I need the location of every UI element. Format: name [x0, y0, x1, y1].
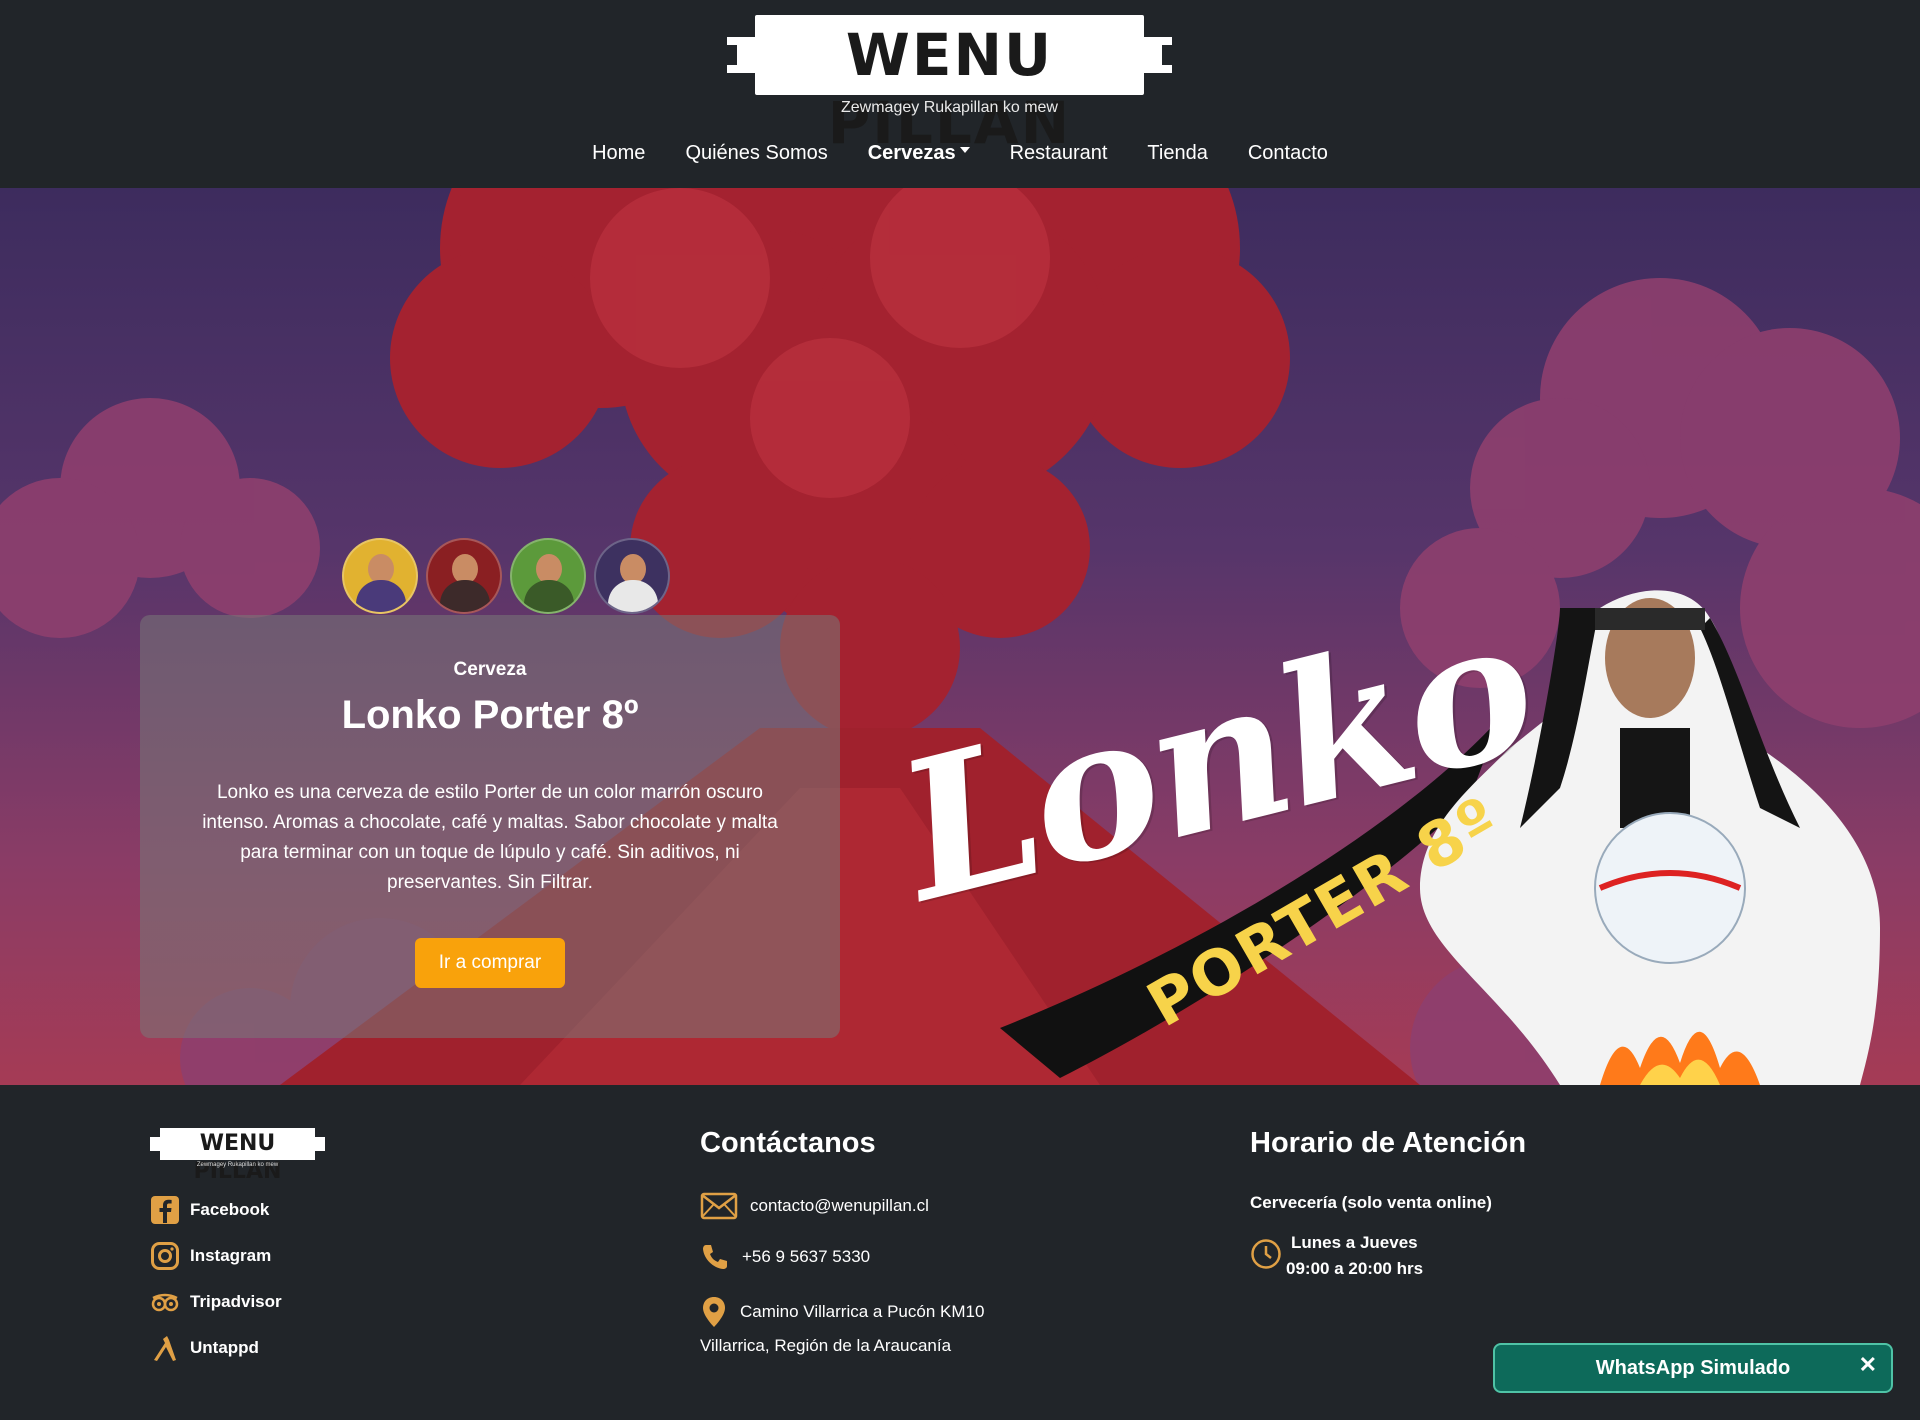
tripadvisor-icon	[151, 1293, 179, 1312]
hours-title: Horario de Atención	[1250, 1127, 1527, 1159]
hero-banner: Cerveza Lonko Porter 8º Lonko es una cer…	[0, 188, 1920, 1085]
nav-tienda[interactable]: Tienda	[1147, 138, 1207, 168]
beer-avatar-2[interactable]	[426, 538, 502, 614]
whatsapp-label: WhatsApp Simulado	[1595, 1357, 1791, 1379]
footer-logo[interactable]: WENU PILLAN Zewmagey Rukapillan ko mew	[150, 1128, 325, 1184]
contact-email[interactable]: contacto@wenupillan.cl	[700, 1192, 929, 1220]
avatar-figure-body	[608, 580, 658, 612]
social-label: Untappd	[190, 1338, 259, 1357]
phone-icon	[703, 1245, 727, 1269]
hours-days: Lunes a Jueves	[1291, 1233, 1418, 1252]
email-text: contacto@wenupillan.cl	[750, 1196, 929, 1215]
beer-info-card: Cerveza Lonko Porter 8º Lonko es una cer…	[140, 615, 840, 1038]
nav-cervezas[interactable]: Cervezas	[868, 138, 970, 168]
footer-brand-name: WENU PILLAN	[193, 1131, 282, 1184]
facebook-icon	[151, 1196, 179, 1224]
main-nav: Home Quiénes Somos Cervezas Restaurant T…	[0, 138, 1920, 168]
contact-title: Contáctanos	[700, 1127, 876, 1159]
address-line-1: Camino Villarrica a Pucón KM10	[740, 1302, 985, 1321]
avatar-figure-body	[440, 580, 490, 612]
untappd-icon	[154, 1336, 176, 1361]
brand-name: WENU PILLAN	[827, 21, 1072, 157]
nav-restaurant[interactable]: Restaurant	[1010, 138, 1108, 168]
contact-phone[interactable]: +56 9 5637 5330	[700, 1242, 870, 1272]
location-pin-icon	[703, 1297, 725, 1327]
beer-avatar-1[interactable]	[342, 538, 418, 614]
mail-icon	[700, 1192, 738, 1220]
brand-logo[interactable]: WENU PILLAN Zewmagey Rukapillan ko mew	[727, 15, 1172, 157]
nav-home[interactable]: Home	[592, 138, 645, 168]
social-label: Facebook	[190, 1200, 270, 1219]
footer-brand-tagline: Zewmagey Rukapillan ko mew	[196, 1162, 279, 1168]
social-instagram[interactable]: Instagram	[150, 1241, 271, 1271]
beer-selector	[342, 538, 670, 614]
social-facebook[interactable]: Facebook	[150, 1195, 269, 1225]
hours-text: Lunes a Jueves 09:00 a 20:00 hrs	[1286, 1230, 1423, 1282]
social-tripadvisor[interactable]: Tripadvisor	[150, 1287, 282, 1317]
beer-avatar-4[interactable]	[594, 538, 670, 614]
hours-block: Lunes a Jueves 09:00 a 20:00 hrs	[1250, 1230, 1423, 1282]
whatsapp-widget[interactable]: WhatsApp Simulado ✕	[1493, 1343, 1893, 1393]
social-label: Instagram	[190, 1246, 272, 1265]
social-untappd[interactable]: Untappd	[150, 1333, 259, 1363]
avatar-figure-body	[524, 580, 574, 612]
nav-cervezas-label: Cervezas	[867, 142, 956, 164]
avatar-figure-body	[356, 580, 406, 612]
logo-notch-left	[727, 37, 757, 73]
card-eyebrow: Cerveza	[453, 659, 527, 680]
chevron-down-icon	[959, 146, 970, 153]
instagram-icon	[151, 1242, 179, 1270]
nav-contacto[interactable]: Contacto	[1248, 138, 1328, 168]
beer-avatar-3[interactable]	[510, 538, 586, 614]
contact-address: Camino Villarrica a Pucón KM10	[700, 1295, 984, 1329]
beer-title: Lonko Porter 8º	[341, 693, 639, 737]
hours-time: 09:00 a 20:00 hrs	[1286, 1259, 1424, 1278]
site-header: WENU PILLAN Zewmagey Rukapillan ko mew H…	[0, 0, 1920, 188]
close-icon[interactable]: ✕	[1859, 1345, 1877, 1385]
address-line-2: Villarrica, Región de la Araucanía	[700, 1336, 952, 1355]
nav-quienes-somos[interactable]: Quiénes Somos	[685, 138, 827, 168]
brand-tagline: Zewmagey Rukapillan ko mew	[841, 99, 1058, 116]
hours-subtitle: Cervecería (solo venta online)	[1250, 1193, 1492, 1212]
logo-notch-right	[1142, 37, 1172, 73]
clock-icon	[1251, 1239, 1281, 1269]
beer-description: Lonko es una cerveza de estilo Porter de…	[202, 782, 778, 893]
social-label: Tripadvisor	[190, 1292, 282, 1311]
phone-text: +56 9 5637 5330	[742, 1247, 871, 1266]
buy-button[interactable]: Ir a comprar	[414, 938, 566, 988]
